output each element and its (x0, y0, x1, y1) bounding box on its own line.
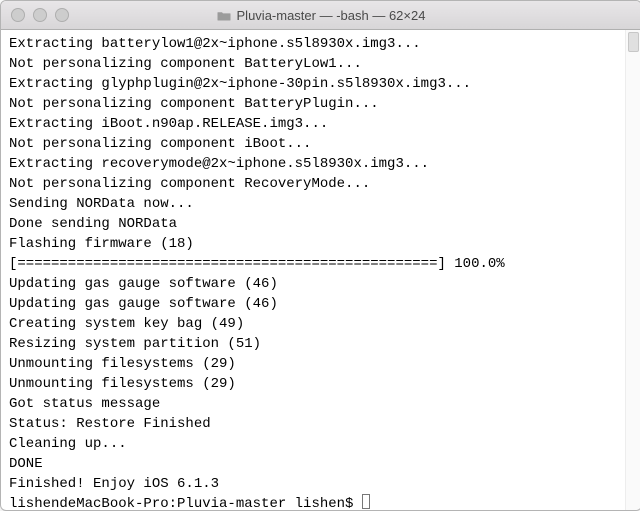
zoom-icon[interactable] (55, 8, 69, 22)
content-area: Extracting batterylow1@2x~iphone.s5l8930… (1, 30, 640, 510)
minimize-icon[interactable] (33, 8, 47, 22)
folder-icon (217, 10, 231, 21)
cursor (362, 494, 370, 509)
scroll-thumb[interactable] (628, 32, 639, 52)
terminal-window: Pluvia-master — -bash — 62×24 Extracting… (0, 0, 640, 511)
close-icon[interactable] (11, 8, 25, 22)
traffic-lights (1, 8, 69, 22)
titlebar[interactable]: Pluvia-master — -bash — 62×24 (1, 1, 640, 30)
terminal-output[interactable]: Extracting batterylow1@2x~iphone.s5l8930… (1, 30, 625, 510)
window-title: Pluvia-master — -bash — 62×24 (237, 8, 426, 23)
prompt: lishendeMacBook-Pro:Pluvia-master lishen… (9, 496, 362, 510)
scrollbar[interactable] (625, 30, 640, 510)
